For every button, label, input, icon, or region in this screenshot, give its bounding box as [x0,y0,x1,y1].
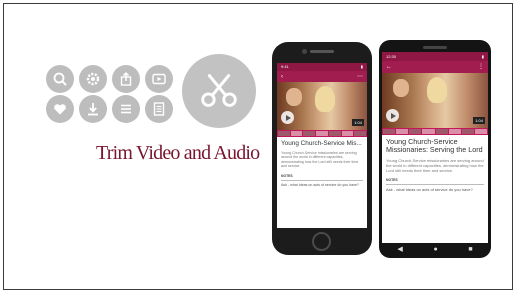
video-title: Young Church-Service Missionaries: Servi… [386,137,483,155]
divider [281,179,363,181]
android-mockup: 12:30 ▮ ← ⋮ 1:04 Young Church-Service Mi… [379,40,491,258]
heart-icon[interactable] [46,95,74,123]
note-text[interactable]: Ask - what ideas on acts of service do y… [281,183,363,188]
play-video-icon[interactable] [145,65,173,93]
video-player[interactable]: 1:04 [382,73,488,128]
play-icon[interactable] [386,109,399,122]
download-icon[interactable] [79,95,107,123]
scissors-icon[interactable] [182,54,256,128]
back-icon[interactable]: ← [386,64,392,70]
back-icon[interactable]: ‹ [281,74,283,80]
toolbar: ← ⋮ [382,61,488,73]
divider [386,183,484,185]
trim-timeline[interactable] [277,130,367,137]
play-icon[interactable] [281,111,294,124]
nav-home-icon[interactable]: ● [433,246,437,253]
video-description: Young Church-Service missionaries are se… [281,150,359,169]
note-text[interactable]: Ask - what ideas on acts of service do y… [386,187,484,192]
video-person-left [392,79,409,97]
iphone-screen: 9:41 ▮ ‹ ⋯ 1:04 Young Church-Service Mis… [277,63,367,228]
speaker [310,50,334,53]
video-person-left [286,88,302,106]
more-icon[interactable]: ⋮ [478,64,484,70]
video-person-right [426,77,447,103]
nav-back-icon[interactable]: ◀ [397,246,402,253]
battery-icon: ▮ [360,64,363,69]
camera [302,49,307,54]
gear-icon[interactable] [79,65,107,93]
status-bar: 12:30 ▮ [382,52,488,61]
video-person-right [314,86,335,112]
video-duration: 1:04 [352,119,364,126]
trim-timeline[interactable] [382,128,488,135]
share-icon[interactable] [112,65,140,93]
nav-recents-icon[interactable]: ■ [468,246,472,253]
status-time: 12:30 [386,53,397,59]
video-title: Young Church-Service Mis... [281,140,362,147]
toolbar: ‹ ⋯ [277,71,367,82]
more-icon[interactable]: ⋯ [357,74,363,80]
headline: Trim Video and Audio [96,142,260,164]
document-icon[interactable] [145,95,173,123]
video-player[interactable]: 1:04 [277,82,367,130]
list-icon[interactable] [112,95,140,123]
notes-label: NOTES [386,177,398,182]
android-nav-bar: ◀ ● ■ [382,243,488,255]
video-duration: 1:04 [473,117,485,124]
notes-label: NOTES [281,173,293,178]
status-time: 9:41 [281,64,289,69]
video-description: Young Church-Service missionaries are se… [386,157,484,173]
speaker [423,46,447,49]
search-icon[interactable] [46,65,74,93]
home-button[interactable] [312,232,331,251]
iphone-mockup: 9:41 ▮ ‹ ⋯ 1:04 Young Church-Service Mis… [272,42,372,255]
battery-icon: ▮ [481,53,484,59]
android-screen: 12:30 ▮ ← ⋮ 1:04 Young Church-Service Mi… [382,52,488,243]
status-bar: 9:41 ▮ [277,63,367,71]
